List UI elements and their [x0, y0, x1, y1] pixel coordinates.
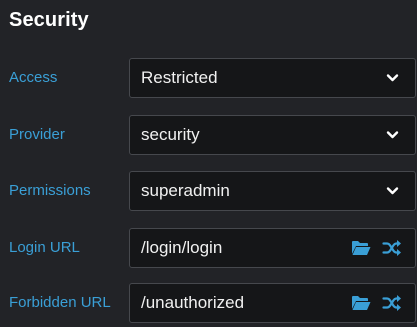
forbidden-url-value: /unauthorized [141, 293, 245, 312]
permissions-row: Permissions superadmin [0, 171, 417, 211]
access-row: Access Restricted [0, 58, 417, 98]
forbidden-url-row: Forbidden URL /unauthorized [0, 283, 417, 323]
section-title: Security [9, 9, 89, 31]
forbidden-url-label: Forbidden URL [9, 294, 111, 311]
access-value: Restricted [141, 68, 218, 87]
chevron-down-icon [386, 74, 399, 82]
provider-select[interactable]: security [129, 115, 416, 155]
login-url-value: /login/login [141, 238, 223, 257]
login-url-row: Login URL /login/login [0, 228, 417, 268]
forbidden-url-field[interactable]: /unauthorized [129, 283, 416, 323]
provider-label: Provider [9, 126, 65, 143]
login-url-field[interactable]: /login/login [129, 228, 416, 268]
provider-value: security [141, 125, 200, 144]
chevron-down-icon [386, 131, 399, 139]
permissions-select[interactable]: superadmin [129, 171, 416, 211]
security-panel: Security Access Restricted Provider secu… [0, 0, 417, 327]
access-select[interactable]: Restricted [129, 58, 416, 98]
login-url-label: Login URL [9, 239, 80, 256]
chevron-down-icon [386, 187, 399, 195]
access-label: Access [9, 69, 58, 86]
folder-open-icon[interactable] [351, 239, 371, 257]
folder-open-icon[interactable] [351, 294, 371, 312]
shuffle-icon[interactable] [382, 239, 402, 257]
shuffle-icon[interactable] [382, 294, 402, 312]
permissions-value: superadmin [141, 181, 230, 200]
provider-row: Provider security [0, 115, 417, 155]
permissions-label: Permissions [9, 182, 91, 199]
